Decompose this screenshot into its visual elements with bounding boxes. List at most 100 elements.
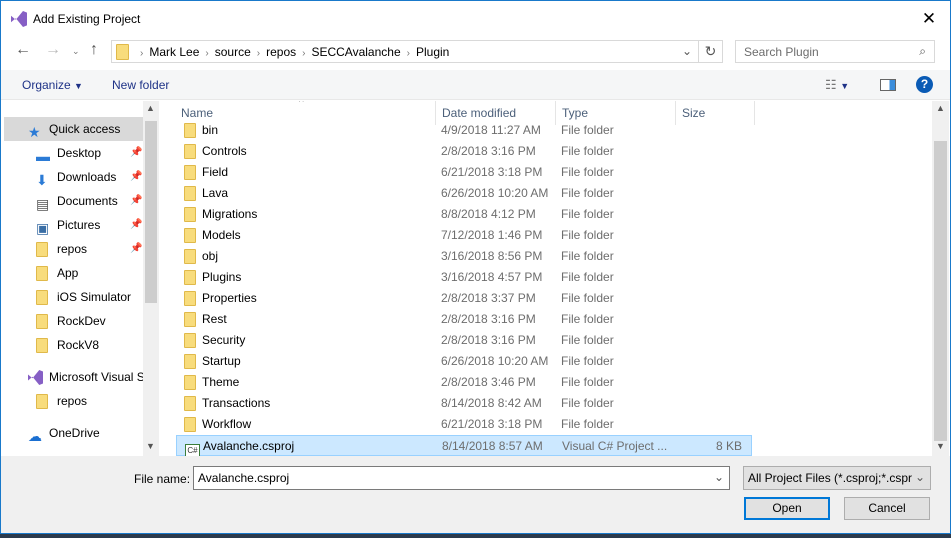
file-type-select[interactable]: All Project Files (*.csproj;*.cspro ⌄ [743, 466, 931, 490]
file-type: File folder [561, 165, 614, 179]
breadcrumb-item[interactable]: repos [266, 45, 296, 59]
breadcrumb-item[interactable]: SECCAvalanche [311, 45, 400, 59]
view-options-icon[interactable]: ☷ ▼ [825, 77, 849, 93]
folder-icon [36, 241, 48, 261]
pin-icon[interactable]: 📌 [130, 237, 142, 261]
nav-item-label: repos [57, 242, 88, 256]
file-row[interactable]: Lava 6/26/2018 10:20 AM File folder [176, 183, 752, 204]
search-input[interactable]: Search Plugin ⌕ [735, 40, 935, 63]
refresh-button[interactable]: ↻ [699, 40, 723, 63]
nav-item[interactable]: iOS Simulator [4, 285, 144, 309]
file-type: File folder [561, 228, 614, 242]
breadcrumb-item[interactable]: source [215, 45, 251, 59]
nav-item[interactable]: repos [4, 389, 144, 413]
help-icon[interactable]: ? [916, 76, 933, 93]
breadcrumb-separator-icon[interactable]: › [205, 48, 208, 59]
pin-icon[interactable]: 📌 [130, 189, 142, 213]
file-row[interactable]: Startup 6/26/2018 10:20 AM File folder [176, 351, 752, 372]
file-row[interactable]: Properties 2/8/2018 3:37 PM File folder [176, 288, 752, 309]
address-bar[interactable]: › Mark Lee › source › repos › SECCAvalanche › Plu… [111, 40, 699, 63]
title-bar: Add Existing Project ✕ [1, 1, 950, 37]
nav-item-label: repos [57, 394, 88, 408]
file-name-dropdown-chevron-icon[interactable]: ⌄ [714, 470, 724, 484]
pin-icon[interactable]: 📌 [130, 141, 142, 165]
forward-button[interactable]: → [45, 41, 61, 59]
breadcrumb-item[interactable]: Mark Lee [149, 45, 199, 59]
nav-scrollbar[interactable]: ▲ ▼ [143, 101, 159, 456]
file-type: File folder [561, 312, 614, 326]
file-row[interactable]: C# Avalanche.csproj 8/14/2018 8:57 AM Vi… [176, 435, 752, 456]
close-button[interactable]: ✕ [918, 9, 940, 29]
breadcrumb-separator-icon[interactable]: › [140, 48, 143, 59]
file-name: Theme [202, 375, 240, 389]
file-row[interactable]: Models 7/12/2018 1:46 PM File folder [176, 225, 752, 246]
file-row[interactable]: Workflow 6/21/2018 3:18 PM File folder [176, 414, 752, 435]
pictures-icon: ▣ [36, 220, 50, 236]
breadcrumb: › Mark Lee › source › repos › SECCAvalanche › Plu… [140, 45, 455, 59]
breadcrumb-separator-icon[interactable]: › [302, 48, 305, 59]
breadcrumb-separator-icon[interactable]: › [407, 48, 410, 59]
window-title: Add Existing Project [33, 12, 141, 26]
nav-item-label: Documents [57, 194, 118, 208]
new-folder-button[interactable]: New folder [112, 78, 169, 92]
nav-scrollbar-thumb[interactable] [145, 121, 157, 303]
search-placeholder: Search Plugin [744, 45, 819, 59]
file-name: Transactions [202, 396, 271, 410]
file-date: 2/8/2018 3:16 PM [441, 312, 536, 326]
recent-locations-chevron-icon[interactable]: ⌄ [72, 46, 80, 57]
file-list-scrollbar[interactable]: ▲ ▼ [932, 101, 949, 456]
nav-item[interactable]: Microsoft Visual S [4, 365, 144, 389]
folder-icon [116, 44, 129, 60]
file-list: ^ Name Date modified Type Size bin 4/9/2… [171, 101, 932, 456]
breadcrumb-separator-icon[interactable]: › [257, 48, 260, 59]
nav-item[interactable]: ▬ Desktop 📌 [4, 141, 144, 165]
file-type: File folder [561, 249, 614, 263]
nav-item[interactable]: ▣ Pictures 📌 [4, 213, 144, 237]
address-dropdown-chevron-icon[interactable]: ⌄ [682, 44, 692, 58]
nav-item-label: Quick access [49, 122, 121, 136]
file-date: 6/26/2018 10:20 AM [441, 354, 549, 368]
file-row[interactable]: Theme 2/8/2018 3:46 PM File folder [176, 372, 752, 393]
open-button[interactable]: Open [744, 497, 830, 520]
file-type: File folder [561, 375, 614, 389]
file-row[interactable]: Plugins 3/16/2018 4:57 PM File folder [176, 267, 752, 288]
file-row[interactable]: Security 2/8/2018 3:16 PM File folder [176, 330, 752, 351]
pin-icon[interactable]: 📌 [130, 165, 142, 189]
file-type-value: All Project Files (*.csproj;*.cspro [748, 471, 919, 485]
file-type-chevron-icon: ⌄ [911, 470, 925, 484]
preview-pane-icon[interactable] [880, 79, 896, 91]
file-row[interactable]: Transactions 8/14/2018 8:42 AM File fold… [176, 393, 752, 414]
file-row[interactable]: Field 6/21/2018 3:18 PM File folder [176, 162, 752, 183]
breadcrumb-item[interactable]: Plugin [416, 45, 449, 59]
file-row[interactable]: Rest 2/8/2018 3:16 PM File folder [176, 309, 752, 330]
folder-icon [36, 337, 48, 357]
file-name-input[interactable]: Avalanche.csproj ⌄ [193, 466, 730, 490]
toolbar: Organize ▼ New folder ☷ ▼ ? [1, 70, 950, 100]
nav-item-label: Pictures [57, 218, 101, 232]
organize-button[interactable]: Organize ▼ [22, 78, 83, 92]
onedrive-icon: ☁ [28, 428, 42, 444]
navigation-pane: ★ Quick access ▬ Desktop 📌 ⬇ Downloads 📌… [4, 101, 159, 456]
back-button[interactable]: ← [15, 41, 31, 59]
nav-item-label: Desktop [57, 146, 102, 160]
nav-item[interactable]: RockV8 [4, 333, 144, 357]
file-name: Workflow [202, 417, 252, 431]
up-button[interactable]: ↑ [90, 41, 98, 59]
visual-studio-icon [11, 11, 27, 27]
nav-item[interactable]: ▤ Documents 📌 [4, 189, 144, 213]
nav-item[interactable]: repos 📌 [4, 237, 144, 261]
file-row[interactable]: Controls 2/8/2018 3:16 PM File folder [176, 141, 752, 162]
file-row[interactable]: Migrations 8/8/2018 4:12 PM File folder [176, 204, 752, 225]
pin-icon[interactable]: 📌 [130, 213, 142, 237]
file-list-scrollbar-thumb[interactable] [934, 141, 947, 441]
file-date: 7/12/2018 1:46 PM [441, 228, 543, 242]
cancel-button[interactable]: Cancel [844, 497, 930, 520]
nav-item[interactable]: ⬇ Downloads 📌 [4, 165, 144, 189]
file-row[interactable]: bin 4/9/2018 11:27 AM File folder [176, 120, 752, 141]
file-row[interactable]: obj 3/16/2018 8:56 PM File folder [176, 246, 752, 267]
nav-item[interactable]: App [4, 261, 144, 285]
nav-item[interactable]: ☁ OneDrive [4, 421, 144, 445]
nav-item[interactable]: RockDev [4, 309, 144, 333]
nav-item[interactable]: ★ Quick access [4, 117, 144, 141]
file-date: 6/21/2018 3:18 PM [441, 165, 543, 179]
